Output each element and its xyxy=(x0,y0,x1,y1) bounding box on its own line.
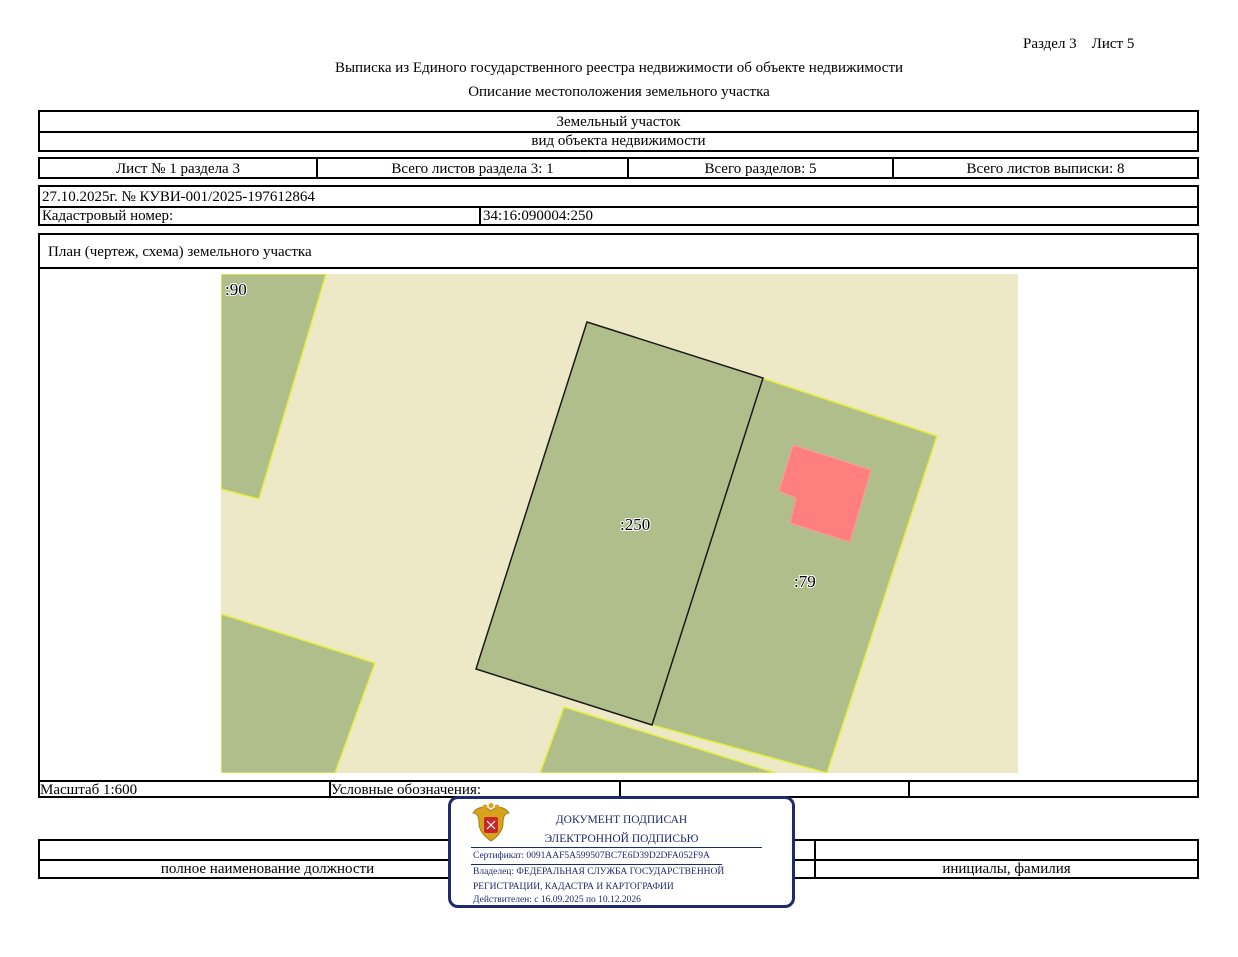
sheets-in-section: Всего листов раздела 3: 1 xyxy=(318,159,629,177)
date-number: 27.10.2025г. № КУВИ-001/2025-197612864 xyxy=(42,189,315,205)
total-sections: Всего разделов: 5 xyxy=(629,159,894,177)
cadastral-label: Кадастровый номер: xyxy=(42,208,174,224)
document-subtitle: Описание местоположения земельного участ… xyxy=(468,84,770,100)
stamp-line1: ДОКУМЕНТ ПОДПИСАН xyxy=(555,814,688,826)
stamp-valid: Действителен: с 16.09.2025 по 10.12.2026 xyxy=(473,895,641,905)
parcel-label-90: :90 xyxy=(225,280,247,299)
position-caption: полное наименование должности xyxy=(160,861,375,877)
section-sheet: Раздел 3 Лист 5 xyxy=(1023,36,1135,52)
object-type-block: Земельный участок вид объекта недвижимос… xyxy=(38,110,1199,152)
stamp-certificate: Сертификат: 0091AAF5A599507BC7E6D39D2DFA… xyxy=(473,851,710,861)
signature-stamp: ДОКУМЕНТ ПОДПИСАН ЭЛЕКТРОННОЙ ПОДПИСЬЮ С… xyxy=(448,796,795,908)
stamp-owner1: Владелец: ФЕДЕРАЛЬНАЯ СЛУЖБА ГОСУДАРСТВЕ… xyxy=(473,867,725,877)
plan-title: План (чертеж, схема) земельного участка xyxy=(48,244,312,260)
record-block: 27.10.2025г. № КУВИ-001/2025-197612864 К… xyxy=(38,185,1199,226)
object-type: Земельный участок xyxy=(556,114,681,130)
stamp-line2: ЭЛЕКТРОННОЙ ПОДПИСЬЮ xyxy=(544,833,699,845)
sheet-number: Лист № 1 раздела 3 xyxy=(40,159,318,177)
cadastral-number: 34:16:090004:250 xyxy=(483,208,594,224)
parcel-map: :90 :250 :79 xyxy=(221,274,1018,773)
parcel-label-79: :79 xyxy=(794,572,816,591)
stamp-owner2: РЕГИСТРАЦИИ, КАДАСТРА И КАРТОГРАФИИ xyxy=(473,882,674,892)
sheets-row: Лист № 1 раздела 3 Всего листов раздела … xyxy=(38,157,1199,179)
scale: Масштаб 1:600 xyxy=(40,782,138,798)
object-type-caption: вид объекта недвижимости xyxy=(531,133,706,149)
total-sheets: Всего листов выписки: 8 xyxy=(966,161,1125,177)
name-caption: инициалы, фамилия xyxy=(942,861,1071,877)
document-title: Выписка из Единого государственного реес… xyxy=(334,60,904,76)
parcel-label-250: :250 xyxy=(620,515,650,534)
